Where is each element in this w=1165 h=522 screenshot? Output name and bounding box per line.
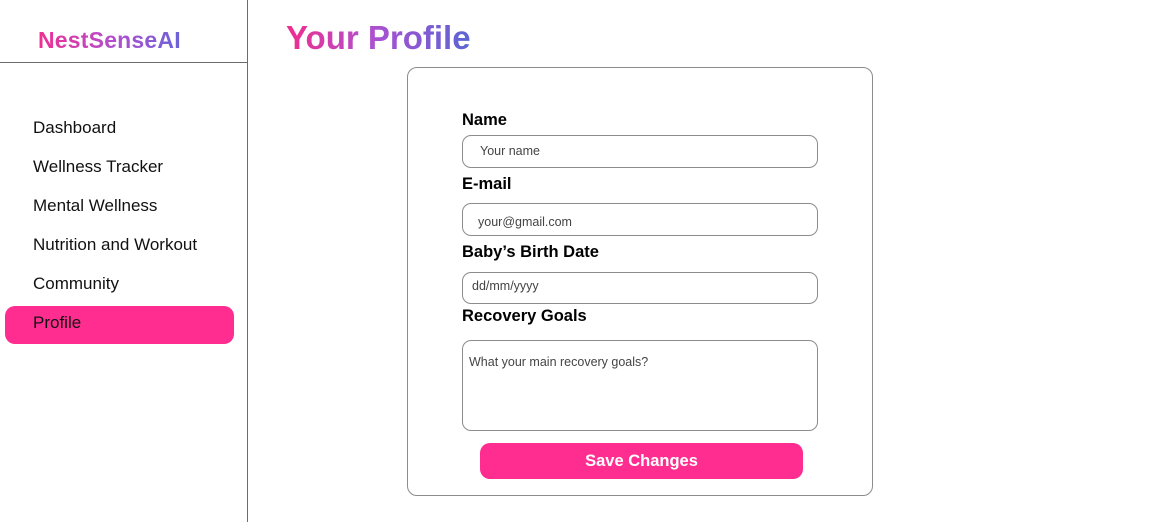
sidebar-item-mental-wellness[interactable]: Mental Wellness bbox=[5, 186, 234, 224]
sidebar: NestSenseAI Dashboard Wellness Tracker M… bbox=[0, 0, 248, 522]
sidebar-item-community[interactable]: Community bbox=[5, 264, 234, 302]
save-changes-button[interactable]: Save Changes bbox=[480, 443, 803, 479]
sidebar-item-profile[interactable]: Profile bbox=[5, 306, 234, 344]
sidebar-item-wellness-tracker[interactable]: Wellness Tracker bbox=[5, 147, 234, 185]
recovery-goals-placeholder: What your main recovery goals? bbox=[469, 355, 649, 369]
app-root: NestSenseAI Dashboard Wellness Tracker M… bbox=[0, 0, 1165, 522]
email-field[interactable]: your@gmail.com bbox=[462, 203, 818, 236]
birth-date-field[interactable]: dd/mm/yyyy bbox=[462, 272, 818, 304]
birth-date-placeholder: dd/mm/yyyy bbox=[472, 279, 539, 293]
recovery-goals-textarea[interactable]: What your main recovery goals? bbox=[462, 340, 818, 431]
name-placeholder: Your name bbox=[480, 144, 540, 158]
birth-date-label: Baby’s Birth Date bbox=[462, 243, 599, 261]
sidebar-item-label: Wellness Tracker bbox=[33, 157, 164, 176]
sidebar-item-label: Nutrition and Workout bbox=[33, 235, 198, 254]
page-title: Your Profile bbox=[286, 19, 471, 56]
email-label: E-mail bbox=[462, 175, 512, 193]
sidebar-item-label: Mental Wellness bbox=[33, 196, 158, 215]
email-placeholder: your@gmail.com bbox=[478, 215, 572, 229]
sidebar-item-label: Community bbox=[33, 274, 119, 293]
profile-form-card: Name Your name E-mail your@gmail.com Bab… bbox=[407, 67, 873, 496]
recovery-goals-label: Recovery Goals bbox=[462, 307, 587, 325]
sidebar-item-label: Dashboard bbox=[33, 118, 117, 137]
sidebar-item-label: Profile bbox=[33, 313, 82, 332]
sidebar-item-dashboard[interactable]: Dashboard bbox=[5, 108, 234, 146]
brand-logo-text[interactable]: NestSenseAI bbox=[38, 26, 181, 54]
name-field[interactable]: Your name bbox=[462, 135, 818, 168]
save-changes-label: Save Changes bbox=[585, 452, 698, 470]
sidebar-item-nutrition-workout[interactable]: Nutrition and Workout bbox=[5, 225, 234, 263]
brand-header: NestSenseAI bbox=[0, 0, 247, 63]
name-label: Name bbox=[462, 111, 507, 129]
